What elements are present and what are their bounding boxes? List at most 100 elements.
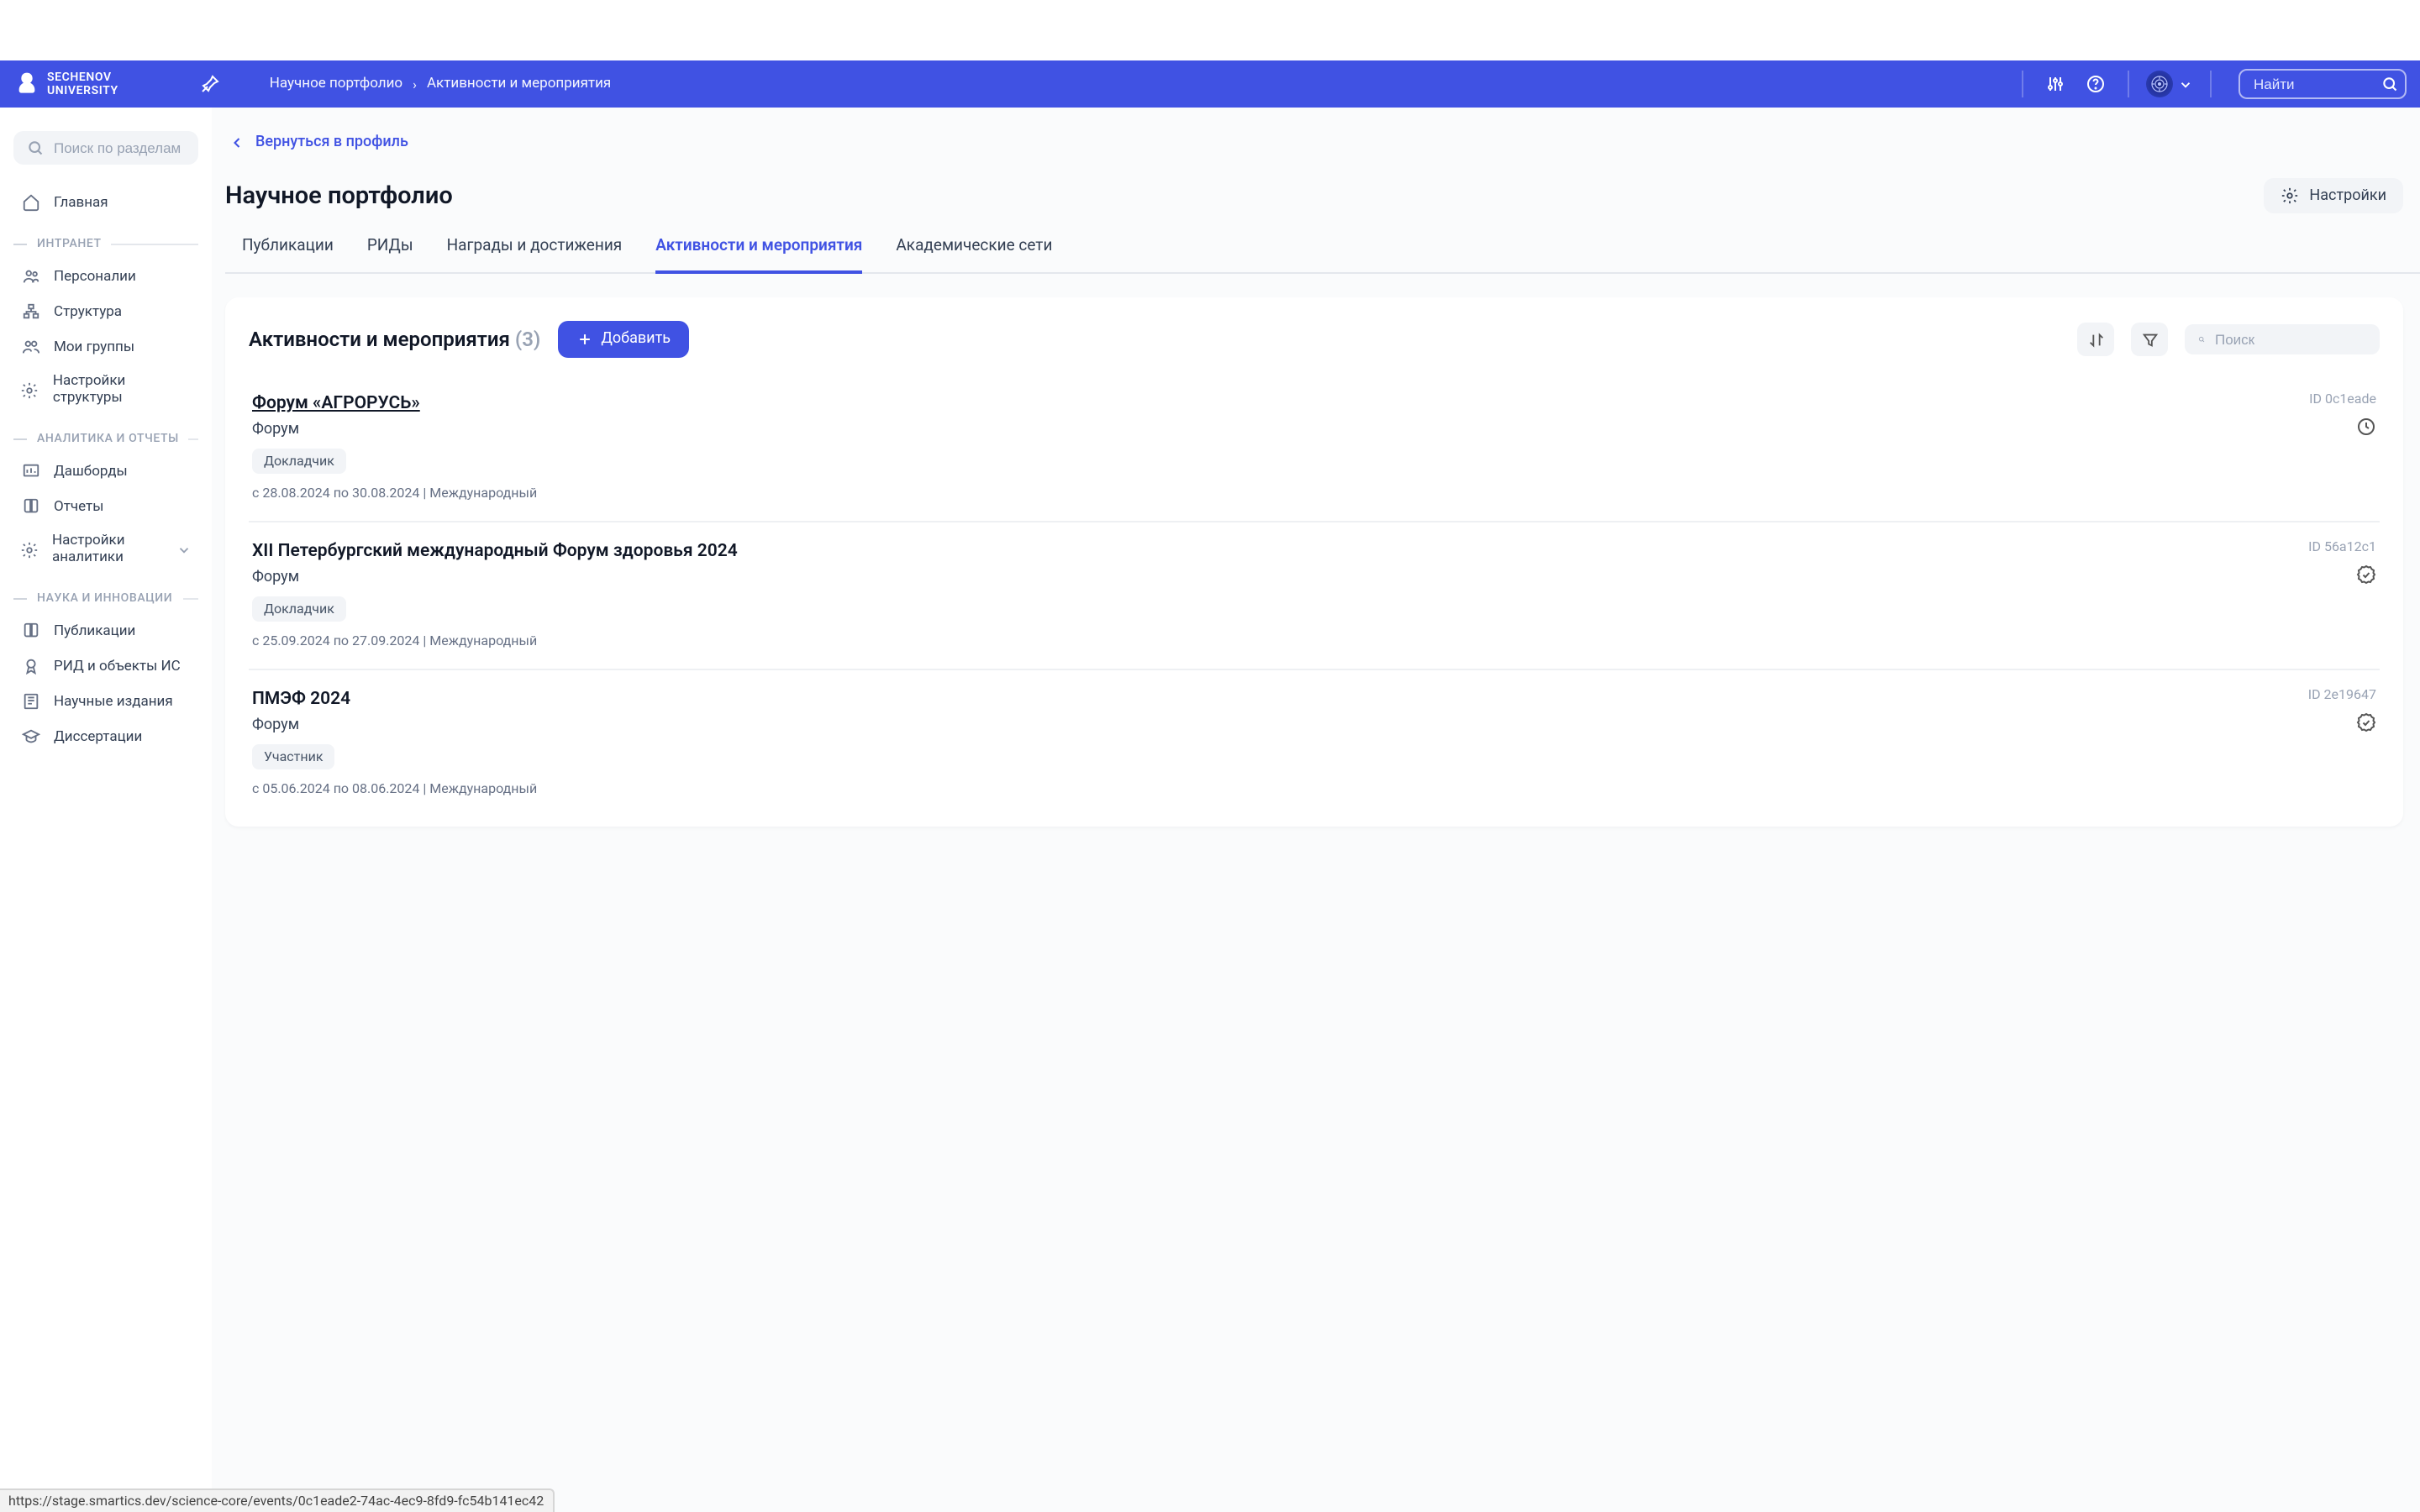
sidebar-item-label: РИД и объекты ИС	[54, 658, 181, 675]
sliders-icon[interactable]	[2040, 69, 2070, 99]
global-search-input[interactable]	[2254, 76, 2371, 92]
sidebar-item-structure-settings[interactable]: Настройки структуры	[13, 365, 198, 415]
sidebar-section-header: АНАЛИТИКА И ОТЧЕТЫ	[13, 432, 198, 445]
home-icon	[20, 193, 40, 212]
dashboard-icon	[20, 462, 40, 480]
sidebar-item-label: Диссертации	[54, 728, 142, 745]
breadcrumb-item[interactable]: Активности и мероприятия	[427, 76, 611, 92]
tabs: Публикации РИДы Награды и достижения Активн…	[225, 237, 2420, 274]
sidebar-item-label: Главная	[54, 194, 108, 211]
add-button[interactable]: Добавить	[557, 321, 689, 358]
event-meta: с 05.06.2024 по 08.06.2024 | Международн…	[252, 781, 2376, 796]
filter-button[interactable]	[2131, 323, 2168, 356]
logo[interactable]: SECHENOV UNIVERSITY	[13, 71, 118, 97]
sidebar-item-label: Настройки аналитики	[52, 533, 163, 566]
structure-icon	[20, 302, 40, 321]
breadcrumb: Научное портфолио › Активности и меропри…	[270, 76, 612, 92]
back-to-profile-link[interactable]: Вернуться в профиль	[225, 134, 2420, 151]
event-type: Форум	[252, 422, 299, 438]
event-title[interactable]: XII Петербургский международный Форум зд…	[252, 539, 738, 561]
logo-text: SECHENOV UNIVERSITY	[47, 71, 118, 97]
backlink-label: Вернуться в профиль	[255, 134, 408, 151]
app-header: SECHENOV UNIVERSITY Научное портфолио › …	[0, 60, 2420, 108]
groups-icon	[20, 338, 40, 356]
panel-count: (3)	[515, 328, 540, 351]
award-icon	[20, 657, 40, 675]
verified-icon	[2356, 711, 2376, 732]
sidebar-item-dissertations[interactable]: Диссертации	[13, 719, 198, 754]
panel-search[interactable]	[2185, 324, 2380, 354]
tab-0[interactable]: Публикации	[242, 237, 334, 272]
event-item[interactable]: XII Петербургский международный Форум зд…	[249, 522, 2380, 670]
plus-icon	[576, 331, 592, 348]
sort-button[interactable]	[2077, 323, 2114, 356]
sidebar-item-label: Дашборды	[54, 463, 128, 480]
sidebar-item-rid[interactable]: РИД и объекты ИС	[13, 648, 198, 684]
sidebar-item-persons[interactable]: Персоналии	[13, 259, 198, 294]
tab-2[interactable]: Награды и достижения	[447, 237, 623, 272]
event-title[interactable]: ПМЭФ 2024	[252, 687, 350, 709]
main-content: Вернуться в профиль Научное портфолио На…	[212, 108, 2420, 1512]
sidebar-section-label: АНАЛИТИКА И ОТЧЕТЫ	[37, 432, 179, 445]
event-id: ID 56a12c1	[2308, 539, 2376, 554]
panel-title: Активности и мероприятия (3)	[249, 328, 540, 351]
event-meta: с 25.09.2024 по 27.09.2024 | Международн…	[252, 633, 2376, 648]
divider	[2210, 71, 2212, 97]
sidebar-section-header: ИНТРАНЕТ	[13, 237, 198, 250]
settings-button[interactable]: Настройки	[2264, 178, 2403, 213]
sidebar-section-label: НАУКА И ИННОВАЦИИ	[37, 591, 172, 605]
event-item[interactable]: Форум «АГРОРУСЬ»ID 0c1eadeФорумДокладчик…	[249, 375, 2380, 522]
chevron-down-icon	[176, 542, 192, 557]
pin-toggle-button[interactable]	[196, 69, 226, 99]
chevron-right-icon: ›	[413, 76, 417, 92]
add-label: Добавить	[601, 331, 671, 348]
sidebar-item-home[interactable]: Главная	[13, 185, 198, 220]
tab-4[interactable]: Академические сети	[896, 237, 1052, 272]
tab-3[interactable]: Активности и мероприятия	[655, 237, 862, 274]
browser-chrome-space	[0, 0, 2420, 60]
panel-search-input[interactable]	[2215, 331, 2366, 348]
user-menu[interactable]	[2146, 71, 2193, 97]
sidebar-item-structure[interactable]: Структура	[13, 294, 198, 329]
sidebar-search[interactable]	[13, 131, 198, 165]
sidebar-item-label: Структура	[54, 303, 122, 320]
sidebar-item-publications[interactable]: Публикации	[13, 613, 198, 648]
sidebar-item-mygroups[interactable]: Мои группы	[13, 329, 198, 365]
event-title[interactable]: Форум «АГРОРУСЬ»	[252, 391, 420, 413]
event-role-badge: Участник	[252, 744, 334, 769]
sidebar-item-label: Настройки структуры	[53, 373, 192, 407]
book-icon	[20, 622, 40, 640]
global-search[interactable]	[2238, 69, 2407, 99]
chevron-left-icon	[229, 134, 245, 151]
tab-1[interactable]: РИДы	[367, 237, 413, 272]
sidebar-item-label: Персоналии	[54, 268, 136, 285]
search-icon	[2198, 331, 2205, 348]
search-icon	[2381, 76, 2398, 92]
help-icon[interactable]	[2081, 69, 2111, 99]
sidebar-item-analytics-settings[interactable]: Настройки аналитики	[13, 524, 198, 575]
event-item[interactable]: ПМЭФ 2024 ID 2e19647 Форум Участник с 05.06.…	[249, 670, 2380, 816]
event-type: Форум	[252, 717, 299, 734]
browser-status-url: https://stage.smartics.dev/science-core/…	[0, 1488, 554, 1512]
event-id: ID 2e19647	[2308, 687, 2376, 702]
divider	[2022, 71, 2023, 97]
sidebar-item-label: Мои группы	[54, 339, 134, 355]
sidebar: Главная ИНТРАНЕТ Персоналии Структура Мо…	[0, 108, 212, 1512]
clock-icon	[2356, 416, 2376, 436]
search-icon	[27, 139, 44, 156]
logo-icon	[13, 71, 40, 97]
gear-icon	[2281, 186, 2299, 205]
sidebar-item-dashboards[interactable]: Дашборды	[13, 454, 198, 489]
sidebar-search-input[interactable]	[54, 139, 205, 156]
sidebar-item-label: Отчеты	[54, 498, 103, 515]
breadcrumb-item[interactable]: Научное портфолио	[270, 76, 402, 92]
gear-icon	[20, 540, 39, 559]
sidebar-item-label: Научные издания	[54, 693, 173, 710]
sidebar-item-reports[interactable]: Отчеты	[13, 489, 198, 524]
book-icon	[20, 497, 40, 516]
sidebar-item-journals[interactable]: Научные издания	[13, 684, 198, 719]
events-panel: Активности и мероприятия (3) Добавить Фо…	[225, 297, 2403, 827]
avatar	[2146, 71, 2173, 97]
users-icon	[20, 267, 40, 286]
chevron-down-icon	[2178, 76, 2193, 92]
